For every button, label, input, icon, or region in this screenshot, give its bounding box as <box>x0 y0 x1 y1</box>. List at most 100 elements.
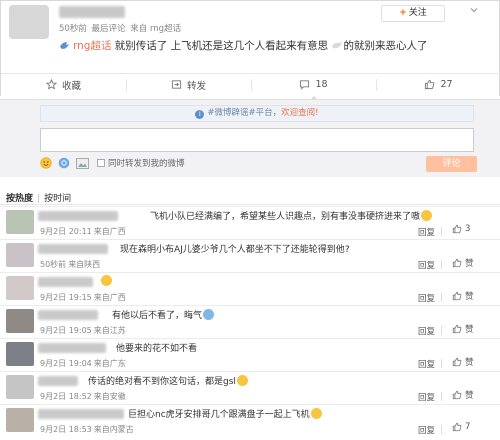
submit-comment-button[interactable]: 评论 <box>426 156 477 172</box>
thumbs-up-icon <box>452 324 462 334</box>
username-blurred[interactable] <box>59 6 125 18</box>
comment-like-count: 3 <box>465 224 471 234</box>
comment-meta: 9月2日 18:52 来自安徽 <box>40 391 128 402</box>
post-source[interactable]: 来自 rng超话 <box>130 24 181 34</box>
topic-link[interactable]: rng超话 <box>73 40 111 52</box>
comment-item: 现在森明小布AJ儿婆少爷几个人都坐不下了还能轮得到他? 50秒前 来自陕西 回复 … <box>0 239 500 272</box>
comment-like-button[interactable]: 赞 <box>452 290 474 302</box>
thumbs-up-icon <box>452 291 462 301</box>
username-blurred[interactable] <box>38 409 124 419</box>
post-meta: 50秒前 最后评论 来自 rng超话 <box>59 22 183 34</box>
comment-time: 9月2日 18:52 <box>40 392 92 401</box>
avatar[interactable] <box>6 243 34 267</box>
comment-text: 有他以后不看了，晦气 <box>112 308 215 321</box>
thumbs-up-icon <box>425 79 435 90</box>
reply-button[interactable]: 回复 <box>418 424 435 436</box>
comment-like-count: 赞 <box>465 358 474 368</box>
comment-meta: 9月2日 18:53 来自内蒙古 <box>40 424 136 435</box>
reply-button[interactable]: 回复 <box>418 226 435 238</box>
comment-source: 来自陕西 <box>68 260 101 269</box>
comment-button[interactable]: 18 <box>251 74 376 101</box>
post-time[interactable]: 50秒前 <box>59 24 87 34</box>
comment-text: 飞机小队已经满编了，希望某些人识趣点，别有事没事硬挤进来了嗷 <box>150 209 433 222</box>
post-content: rng超话 就别传话了 上飞机还是这几个人看起来有意思 的就别来恶心人了 <box>59 38 479 54</box>
avatar[interactable] <box>6 210 34 234</box>
thumbs-up-icon <box>452 357 462 367</box>
repost-button[interactable]: 转发 <box>126 74 251 95</box>
avatar[interactable] <box>9 5 49 39</box>
divider <box>441 359 442 368</box>
comment-text: 传话的绝对看不到你这句话，都是gsl <box>88 374 248 387</box>
action-bar: 收藏 转发 18 27 <box>1 73 500 101</box>
divider <box>441 260 442 269</box>
comment-meta: 9月2日 19:05 来自江苏 <box>40 325 128 336</box>
comment-like-button[interactable]: 赞 <box>452 257 474 269</box>
like-button[interactable]: 27 <box>376 74 500 95</box>
follow-label: 关注 <box>408 8 427 18</box>
checkbox-box[interactable] <box>97 159 105 167</box>
comment-icon <box>300 80 310 90</box>
comment-meta: 9月2日 19:04 来自广东 <box>40 358 128 369</box>
avatar[interactable] <box>6 408 34 432</box>
comment-time: 9月2日 19:15 <box>40 293 92 302</box>
username-blurred[interactable] <box>38 310 98 320</box>
composer-tools: 同时转发到我的微博 <box>40 157 185 169</box>
notice-link[interactable]: 欢迎查阅! <box>281 108 318 118</box>
thumbs-up-icon <box>452 422 462 432</box>
reply-button[interactable]: 回复 <box>418 292 435 304</box>
username-blurred[interactable] <box>38 376 78 386</box>
comment-like-count: 赞 <box>465 292 474 302</box>
tab-time[interactable]: 按时间 <box>44 194 71 204</box>
username-blurred[interactable] <box>38 277 93 287</box>
reply-button[interactable]: 回复 <box>418 358 435 370</box>
comment-text: 他要来的花不如不看 <box>116 344 198 354</box>
tears-emoji-icon <box>310 408 322 419</box>
comment-text <box>100 275 112 287</box>
repost-label: 转发 <box>186 80 206 92</box>
divider <box>441 392 442 401</box>
reply-button[interactable]: 回复 <box>418 391 435 403</box>
comment-composer: i #微博辟谣#平台，欢迎查阅! 同时转发到我的微博 评论 <box>0 99 500 177</box>
chevron-down-icon[interactable] <box>469 5 479 15</box>
comment-like-button[interactable]: 7 <box>452 422 470 432</box>
comment-meta: 9月2日 20:11 来自广西 <box>40 226 128 237</box>
comment-meta: 50秒前 来自陕西 <box>40 259 102 270</box>
comment-like-button[interactable]: 赞 <box>452 389 474 401</box>
avatar[interactable] <box>6 276 34 300</box>
comment-like-button[interactable]: 赞 <box>452 356 474 368</box>
comment-input[interactable] <box>40 128 474 152</box>
emoji-icon[interactable] <box>40 157 52 169</box>
image-icon[interactable] <box>76 157 89 169</box>
comment-source: 来自广东 <box>93 359 126 368</box>
comment-count: 18 <box>315 79 328 90</box>
tab-hot[interactable]: 按热度 <box>6 194 33 204</box>
divider <box>441 425 442 434</box>
comment-like-button[interactable]: 赞 <box>452 323 474 335</box>
tab-separator: | <box>37 194 41 204</box>
collect-label: 收藏 <box>61 80 81 92</box>
like-count: 27 <box>440 79 453 90</box>
post-text-tail: 的就别来恶心人了 <box>343 40 428 52</box>
avatar[interactable] <box>6 375 34 399</box>
avatar[interactable] <box>6 309 34 333</box>
wink-emoji-icon <box>236 375 248 386</box>
comment-source: 来自广西 <box>93 227 126 236</box>
comment-source: 来自江苏 <box>93 326 126 335</box>
comment-like-button[interactable]: 3 <box>452 224 470 234</box>
topic-icon[interactable] <box>58 157 70 169</box>
comment-item: 他要来的花不如不看 9月2日 19:04 来自广东 回复 赞 <box>0 338 500 371</box>
repost-checkbox[interactable]: 同时转发到我的微博 <box>97 157 185 169</box>
reply-button[interactable]: 回复 <box>418 259 435 271</box>
super-topic-icon <box>60 42 69 49</box>
avatar[interactable] <box>6 342 34 366</box>
username-blurred[interactable] <box>38 244 108 254</box>
username-blurred[interactable] <box>38 343 106 353</box>
reply-button[interactable]: 回复 <box>418 325 435 337</box>
star-icon <box>45 79 57 90</box>
thumbs-up-icon <box>452 224 462 234</box>
follow-button[interactable]: + 关注 <box>381 5 445 22</box>
comment-time: 9月2日 20:11 <box>40 227 92 236</box>
collect-button[interactable]: 收藏 <box>1 74 126 95</box>
username-blurred[interactable] <box>38 211 118 221</box>
last-comment-label: 最后评论 <box>91 24 126 34</box>
